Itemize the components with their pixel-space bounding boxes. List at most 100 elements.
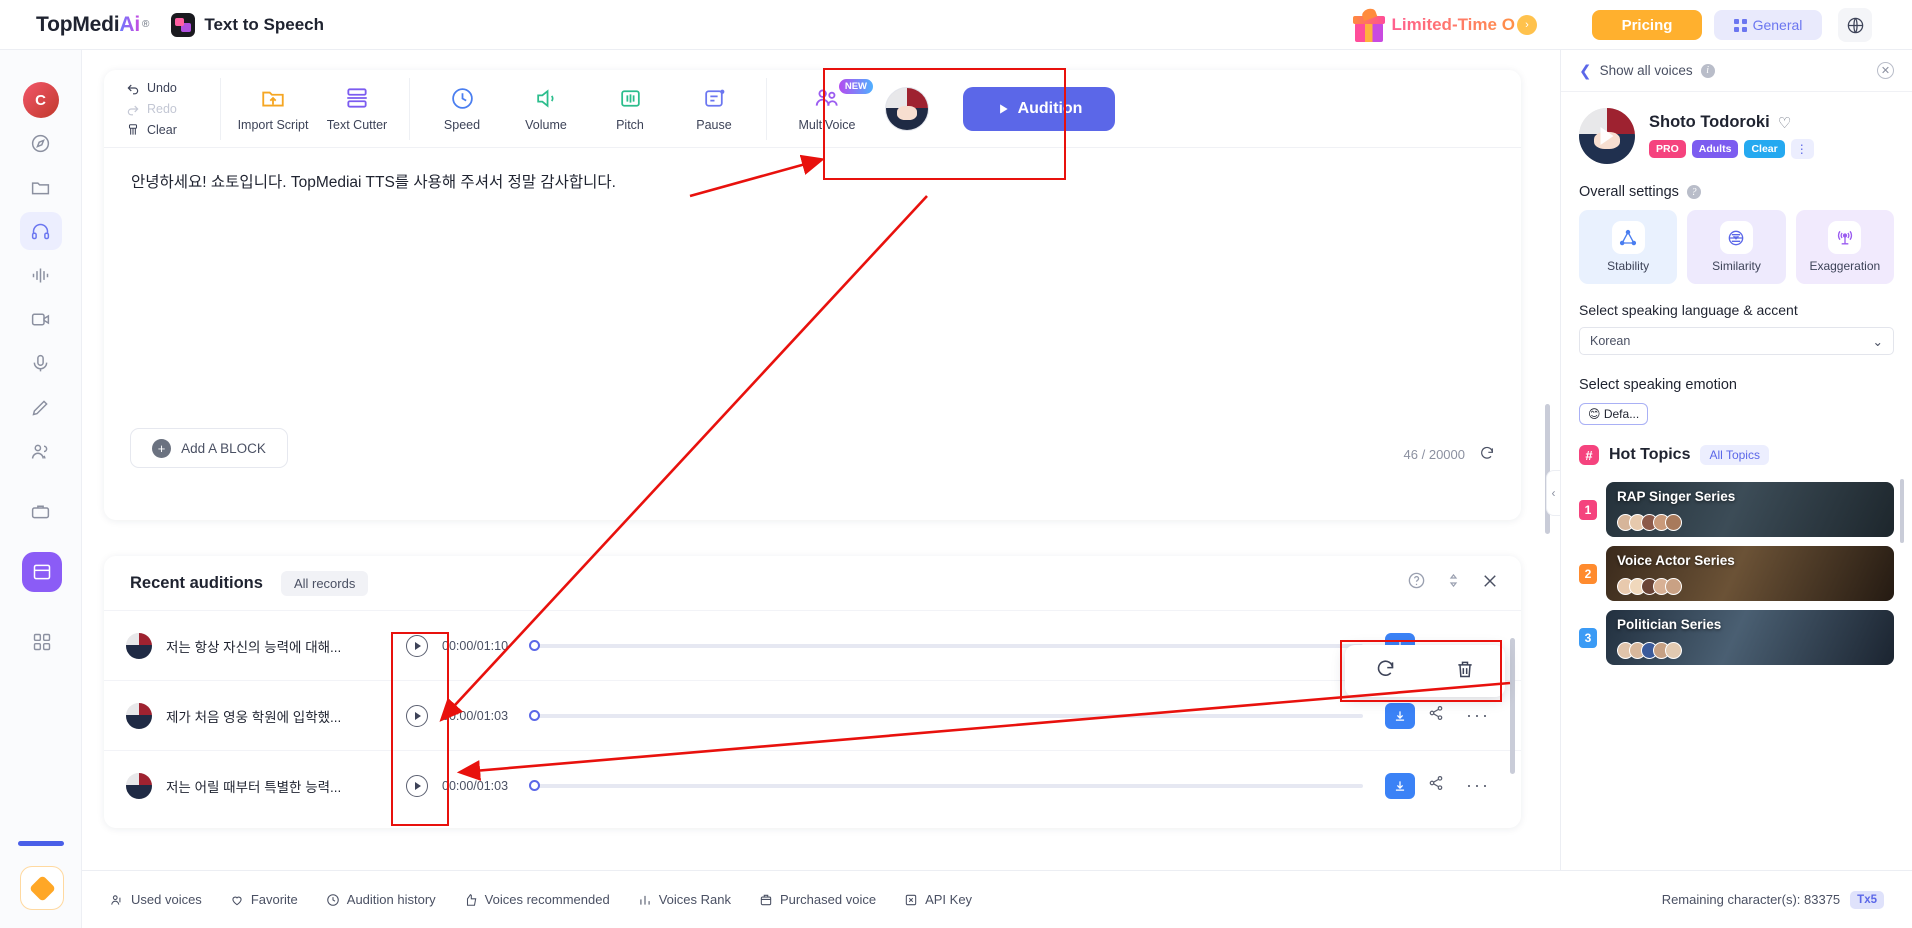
recent-auditions-card: Recent auditions All records 저는 항상 자신의 능… [104, 556, 1521, 828]
share-icon[interactable] [1415, 775, 1457, 796]
voice-avatar[interactable] [1579, 108, 1635, 164]
help-icon[interactable] [1407, 571, 1426, 595]
table-row[interactable]: 제가 처음 영웅 학원에 입학했... 00:00/01:03 ··· [104, 680, 1521, 750]
used-voices-button[interactable]: Used voices [110, 892, 202, 907]
info-icon[interactable]: i [1700, 63, 1715, 78]
all-records-button[interactable]: All records [280, 570, 369, 596]
voices-rank-button[interactable]: Voices Rank [638, 892, 731, 907]
slider-knob[interactable] [529, 639, 540, 651]
more-tags-icon[interactable]: ⋮ [1790, 139, 1814, 159]
slider-knob[interactable] [529, 709, 540, 721]
promo-banner[interactable]: mbLimited-Time O › [1352, 6, 1537, 44]
exaggeration-card[interactable]: Exaggeration [1795, 210, 1894, 284]
import-script-button[interactable]: Import Script [231, 85, 315, 132]
play-icon[interactable] [1600, 127, 1614, 145]
redo-label: Redo [147, 101, 177, 116]
brand-logo[interactable]: TopMediAi ® [36, 13, 149, 37]
topic-card[interactable]: RAP Singer Series [1606, 482, 1894, 537]
undo-button[interactable]: Undo [126, 77, 210, 98]
hash-icon: # [1579, 445, 1599, 465]
list-item[interactable]: 2 Voice Actor Series [1579, 546, 1894, 601]
regenerate-icon[interactable] [1375, 658, 1396, 684]
audition-button[interactable]: Audition [963, 86, 1115, 131]
show-all-voices-button[interactable]: ❮ Show all voices i [1579, 62, 1715, 80]
heart-icon[interactable]: ♡ [1778, 114, 1791, 132]
stability-card[interactable]: Stability [1579, 210, 1678, 284]
progress-slider[interactable] [529, 709, 1363, 721]
volume-button[interactable]: Volume [504, 86, 588, 132]
sidebar-item-briefcase[interactable] [20, 492, 62, 530]
text-cutter-button[interactable]: Text Cutter [315, 85, 399, 132]
progress-slider[interactable] [529, 779, 1363, 791]
more-options-icon[interactable]: ··· [1457, 705, 1499, 726]
sidebar-item-text-to-speech[interactable] [19, 212, 62, 250]
all-topics-button[interactable]: All Topics [1700, 445, 1769, 465]
progress-slider[interactable] [529, 639, 1363, 651]
trash-icon[interactable] [1455, 659, 1475, 684]
sidebar-item-apps[interactable] [22, 624, 62, 660]
sidebar-item-mic[interactable] [20, 344, 62, 382]
clear-button[interactable]: Clear [126, 119, 210, 140]
close-panel-icon[interactable]: ✕ [1877, 62, 1894, 79]
add-block-button[interactable]: + Add A BLOCK [130, 428, 288, 468]
sidebar-item-workspace[interactable] [22, 552, 62, 592]
emotion-chip[interactable]: 😊 Defa... [1579, 403, 1649, 425]
overall-settings-cards: Stability Similarity Exaggeration [1561, 200, 1912, 284]
table-row[interactable]: 저는 항상 자신의 능력에 대해... 00:00/01:10 ··· [104, 610, 1521, 680]
list-item[interactable]: 1 RAP Singer Series [1579, 482, 1894, 537]
sidebar-item-folder[interactable] [20, 168, 62, 206]
topic-card[interactable]: Politician Series [1606, 610, 1894, 665]
collapse-panel-button[interactable]: ‹ [1546, 470, 1560, 516]
left-sidebar: C [0, 50, 82, 928]
general-button[interactable]: General [1714, 10, 1822, 40]
pricing-button[interactable]: Pricing [1592, 10, 1702, 40]
redo-button[interactable]: Redo [126, 98, 210, 119]
audition-history-button[interactable]: Audition history [326, 892, 436, 907]
play-icon[interactable] [406, 634, 428, 657]
sidebar-item-rewards[interactable] [20, 866, 64, 910]
multivoice-button[interactable]: NEW MultiVoice [777, 79, 877, 132]
favorite-button[interactable]: Favorite [230, 892, 298, 907]
sidebar-item-people[interactable] [20, 432, 62, 470]
purchased-voice-button[interactable]: Purchased voice [759, 892, 876, 907]
pitch-button[interactable]: Pitch [588, 86, 672, 132]
download-button[interactable] [1385, 772, 1415, 799]
play-icon[interactable] [406, 704, 428, 727]
voices-recommended-button[interactable]: Voices recommended [464, 892, 610, 907]
sidebar-item-video[interactable] [20, 300, 62, 338]
play-icon[interactable] [406, 774, 428, 797]
pause-button[interactable]: Pause [672, 86, 756, 132]
info-icon[interactable]: ? [1686, 185, 1701, 199]
voices-recommended-label: Voices recommended [484, 892, 610, 907]
speed-button[interactable]: Speed [420, 86, 504, 132]
multiplier-badge[interactable]: Tx5 [1850, 890, 1884, 909]
similarity-label: Similarity [1712, 259, 1761, 273]
more-options-icon[interactable]: ··· [1457, 775, 1499, 796]
similarity-icon [1719, 221, 1753, 254]
share-icon[interactable] [1415, 705, 1457, 726]
sidebar-item-waveform[interactable] [20, 256, 62, 294]
sidebar-item-compass[interactable] [20, 124, 62, 162]
user-avatar[interactable]: C [22, 82, 59, 118]
table-row[interactable]: 저는 어릴 때부터 특별한 능력... 00:00/01:03 ··· [104, 750, 1521, 820]
api-key-button[interactable]: API Key [904, 892, 972, 907]
language-select[interactable]: Korean ⌄ [1579, 327, 1894, 355]
status-badge: Clear [1744, 140, 1785, 158]
topic-card[interactable]: Voice Actor Series [1606, 546, 1894, 601]
refresh-icon[interactable] [1479, 445, 1495, 464]
download-button[interactable] [1385, 702, 1415, 729]
topics-scrollbar[interactable] [1900, 479, 1904, 543]
similarity-card[interactable]: Similarity [1687, 210, 1786, 284]
list-item[interactable]: 3 Politician Series [1579, 610, 1894, 665]
close-auditions-icon[interactable] [1481, 572, 1499, 595]
selected-voice-avatar[interactable] [885, 86, 929, 131]
add-block-label: Add A BLOCK [181, 440, 266, 456]
auditions-scrollbar[interactable] [1510, 638, 1515, 774]
slider-knob[interactable] [529, 779, 540, 791]
editor-text-content[interactable]: 안녕하세요! 쇼토입니다. TopMediai TTS를 사용해 주셔서 정말 … [131, 170, 616, 192]
brand-name: TopMediAi [36, 12, 140, 36]
sort-icon[interactable] [1446, 572, 1461, 594]
topic-avatars [1617, 514, 1682, 531]
globe-icon[interactable] [1838, 8, 1872, 42]
sidebar-item-pen[interactable] [20, 388, 62, 426]
